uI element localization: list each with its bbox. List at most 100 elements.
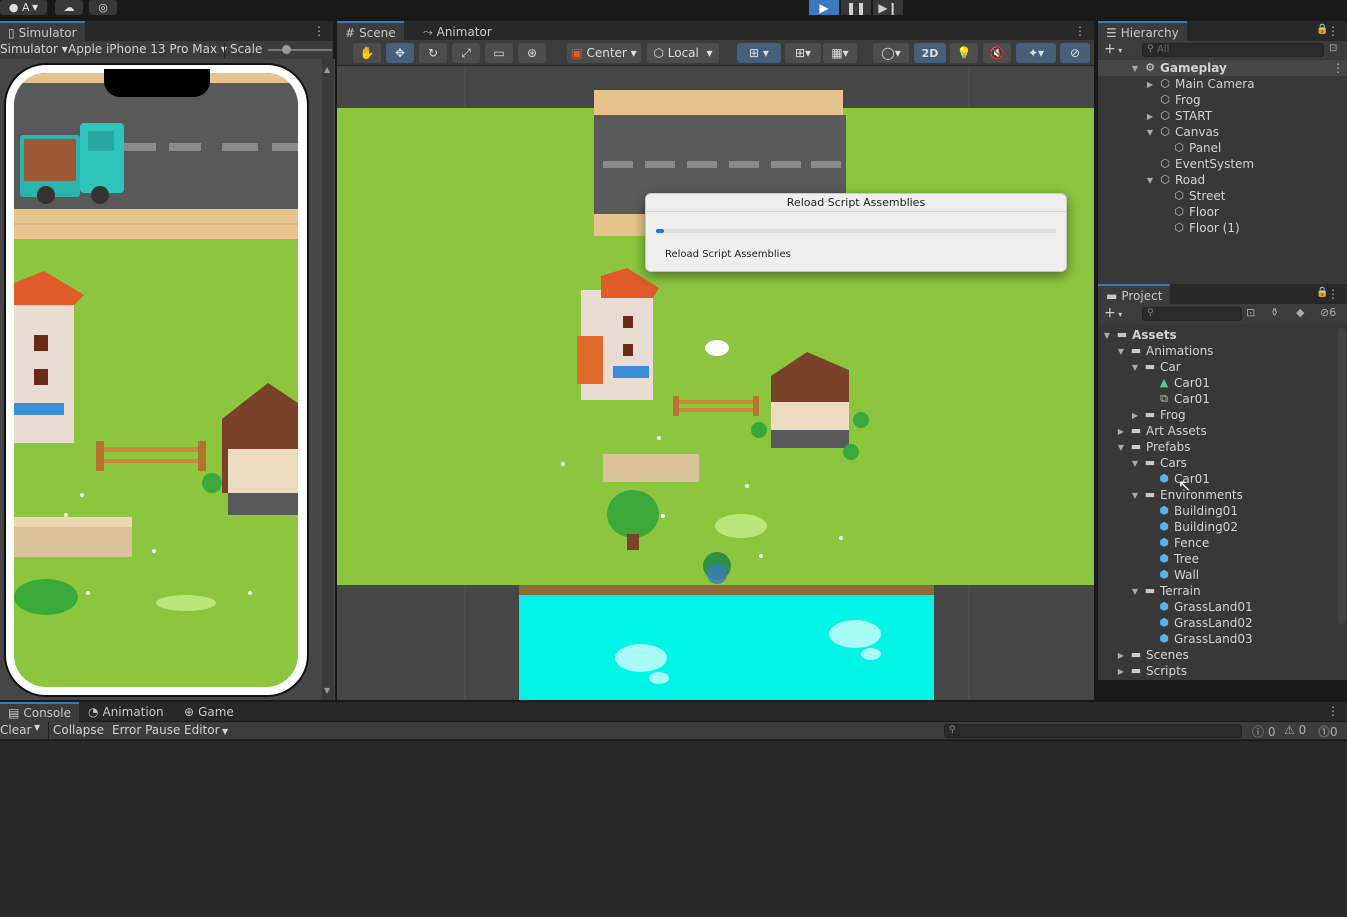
- collapse-toggle[interactable]: Collapse: [53, 723, 104, 737]
- transform-tool[interactable]: ⊛: [518, 43, 546, 63]
- plus-icon: +: [1104, 41, 1116, 57]
- project-search[interactable]: ⚲: [1142, 307, 1242, 321]
- audio-toggle[interactable]: 🔇: [983, 43, 1011, 63]
- project-item[interactable]: ▼ ▬ Car: [1130, 359, 1181, 375]
- project-item[interactable]: ▼ ▬ Animations: [1116, 343, 1214, 359]
- more-icon[interactable]: ⋮: [313, 24, 325, 38]
- hierarchy-search[interactable]: ⚲ All: [1142, 43, 1324, 57]
- tab-console[interactable]: ▤ Console: [0, 702, 79, 722]
- error-pause-toggle[interactable]: Error Pause: [112, 723, 180, 737]
- pivot-label: Center: [586, 46, 627, 60]
- project-item[interactable]: ▲ Car01: [1144, 375, 1210, 391]
- hand-tool[interactable]: ✋: [353, 43, 381, 63]
- project-item[interactable]: ▼ ▬ Terrain: [1130, 583, 1201, 599]
- play-button[interactable]: ▶: [809, 0, 839, 15]
- hierarchy-item[interactable]: ▼ ⬡ Road: [1145, 172, 1205, 188]
- scale-slider-handle[interactable]: [282, 45, 291, 54]
- add-button[interactable]: + ▾: [1104, 305, 1122, 321]
- visibility-toggle[interactable]: ⊘: [1060, 43, 1090, 63]
- hierarchy-item[interactable]: ⬡ Frog: [1145, 92, 1200, 108]
- project-scrollbar[interactable]: [1338, 328, 1346, 624]
- step-icon: ▶❙: [878, 0, 898, 15]
- collab-button[interactable]: ◎: [89, 0, 117, 15]
- project-item[interactable]: ⬢ Tree: [1144, 551, 1199, 567]
- project-item[interactable]: ⬢ GrassLand01: [1144, 599, 1252, 615]
- draw-mode-button[interactable]: ◯▾: [873, 43, 909, 63]
- project-item[interactable]: ⬢ GrassLand03: [1144, 631, 1252, 647]
- pause-button[interactable]: ❚❚: [841, 0, 871, 15]
- tab-project[interactable]: ▬ Project: [1098, 284, 1171, 306]
- project-item[interactable]: ▶ ▬ Frog: [1130, 407, 1186, 423]
- log-toggle[interactable]: ⓘ 0: [1252, 723, 1275, 740]
- hierarchy-item[interactable]: ▼ ⬡ Canvas: [1145, 124, 1219, 140]
- error-toggle[interactable]: ⓵0: [1318, 723, 1338, 740]
- clear-options-dropdown[interactable]: ▼: [34, 723, 40, 732]
- project-item[interactable]: ▶ ▬ Art Assets: [1116, 423, 1207, 439]
- hierarchy-item[interactable]: ⬡ Floor (1): [1159, 220, 1239, 236]
- project-item[interactable]: ▼ ▬ Assets: [1102, 327, 1177, 343]
- increment-snap-button[interactable]: ▦▾: [823, 43, 857, 63]
- scene-view[interactable]: [337, 66, 1094, 700]
- console-search[interactable]: ⚲: [944, 724, 1242, 738]
- 2d-toggle[interactable]: 2D: [914, 43, 946, 63]
- project-item[interactable]: ⬢ Car01: [1144, 471, 1210, 487]
- grid-button[interactable]: ⊞▾: [785, 43, 821, 63]
- account-button[interactable]: ● A ▼: [0, 0, 47, 15]
- rect-tool[interactable]: ▭: [485, 43, 513, 63]
- hierarchy-item[interactable]: ⬡ Panel: [1159, 140, 1221, 156]
- move-tool[interactable]: ✥: [386, 43, 414, 63]
- tab-label: Animation: [102, 705, 164, 719]
- hidden-packages-button[interactable]: ⊘6: [1320, 306, 1336, 319]
- more-icon[interactable]: ⋮: [1074, 24, 1086, 38]
- more-icon[interactable]: ⋮: [1327, 24, 1339, 38]
- hierarchy-item[interactable]: ▶ ⬡ Main Camera: [1145, 76, 1255, 92]
- warning-toggle[interactable]: ⚠ 0: [1284, 723, 1306, 737]
- label-icon[interactable]: ◆: [1296, 306, 1304, 319]
- grid-snap-button[interactable]: ⊞ ▾: [737, 43, 781, 63]
- project-item[interactable]: ▼ ▬ Cars: [1130, 455, 1187, 471]
- space-dropdown[interactable]: ⬡ Local ▾: [647, 43, 719, 63]
- device-dropdown[interactable]: Apple iPhone 13 Pro Max ▾: [68, 42, 227, 56]
- hierarchy-item[interactable]: ⬡ Street: [1159, 188, 1225, 204]
- cloud-button[interactable]: ☁: [55, 0, 83, 15]
- project-item[interactable]: ⬢ GrassLand02: [1144, 615, 1252, 631]
- project-item[interactable]: ▶ ▬ Scenes: [1116, 647, 1189, 663]
- rotate-tool[interactable]: ↻: [419, 43, 447, 63]
- simulator-scrollbar[interactable]: ▲ ▼: [322, 59, 334, 700]
- more-icon[interactable]: ⋮: [1332, 61, 1344, 75]
- project-item[interactable]: ▶ ▬ Scripts: [1116, 663, 1187, 679]
- effects-toggle[interactable]: ✦▾: [1016, 43, 1056, 63]
- project-item[interactable]: ⬢ Building01: [1144, 503, 1238, 519]
- project-item[interactable]: ⧉ Car01: [1144, 391, 1210, 407]
- project-item[interactable]: ▼ ▬ Prefabs: [1116, 439, 1191, 455]
- search-options-icon[interactable]: ⊡: [1246, 306, 1255, 319]
- game-screen[interactable]: [14, 73, 298, 687]
- scale-tool[interactable]: ⤢: [452, 43, 480, 63]
- project-item[interactable]: ⬢ Fence: [1144, 535, 1209, 551]
- hierarchy-item[interactable]: ▶ ⬡ START: [1145, 108, 1212, 124]
- project-item[interactable]: ⬢ Building02: [1144, 519, 1238, 535]
- filter-type-icon[interactable]: ⚱: [1270, 306, 1279, 319]
- pivot-dropdown[interactable]: ▣ Center ▾: [567, 43, 641, 63]
- clear-button[interactable]: Clear: [0, 723, 31, 737]
- hierarchy-item[interactable]: ⬡ Floor: [1159, 204, 1219, 220]
- tab-animation[interactable]: ◔ Animation: [80, 702, 172, 722]
- more-icon[interactable]: ⋮: [1327, 287, 1339, 301]
- hierarchy-item[interactable]: ⬡ EventSystem: [1145, 156, 1254, 172]
- editor-dropdown[interactable]: Editor ▼: [184, 723, 228, 737]
- simulator-mode-dropdown[interactable]: Simulator ▾: [0, 42, 68, 56]
- more-icon[interactable]: ⋮: [1327, 704, 1339, 718]
- collab-icon: ◎: [98, 1, 108, 14]
- lighting-toggle[interactable]: 💡: [950, 43, 978, 63]
- eye-slash-icon: ⊘: [1320, 306, 1330, 319]
- add-button[interactable]: + ▾: [1104, 41, 1122, 57]
- tab-game[interactable]: ⊕ Game: [176, 702, 242, 722]
- tab-simulator[interactable]: ▯ Simulator: [0, 21, 85, 43]
- hierarchy-item[interactable]: ▼ ⚙ Gameplay: [1130, 60, 1227, 76]
- scale-slider[interactable]: [268, 45, 332, 54]
- item-label: Canvas: [1175, 125, 1220, 139]
- project-item[interactable]: ⬢ Wall: [1144, 567, 1199, 583]
- search-options-icon[interactable]: ⊡: [1329, 43, 1337, 54]
- step-button[interactable]: ▶❙: [873, 0, 903, 15]
- tab-hierarchy[interactable]: ☰ Hierarchy: [1098, 21, 1187, 43]
